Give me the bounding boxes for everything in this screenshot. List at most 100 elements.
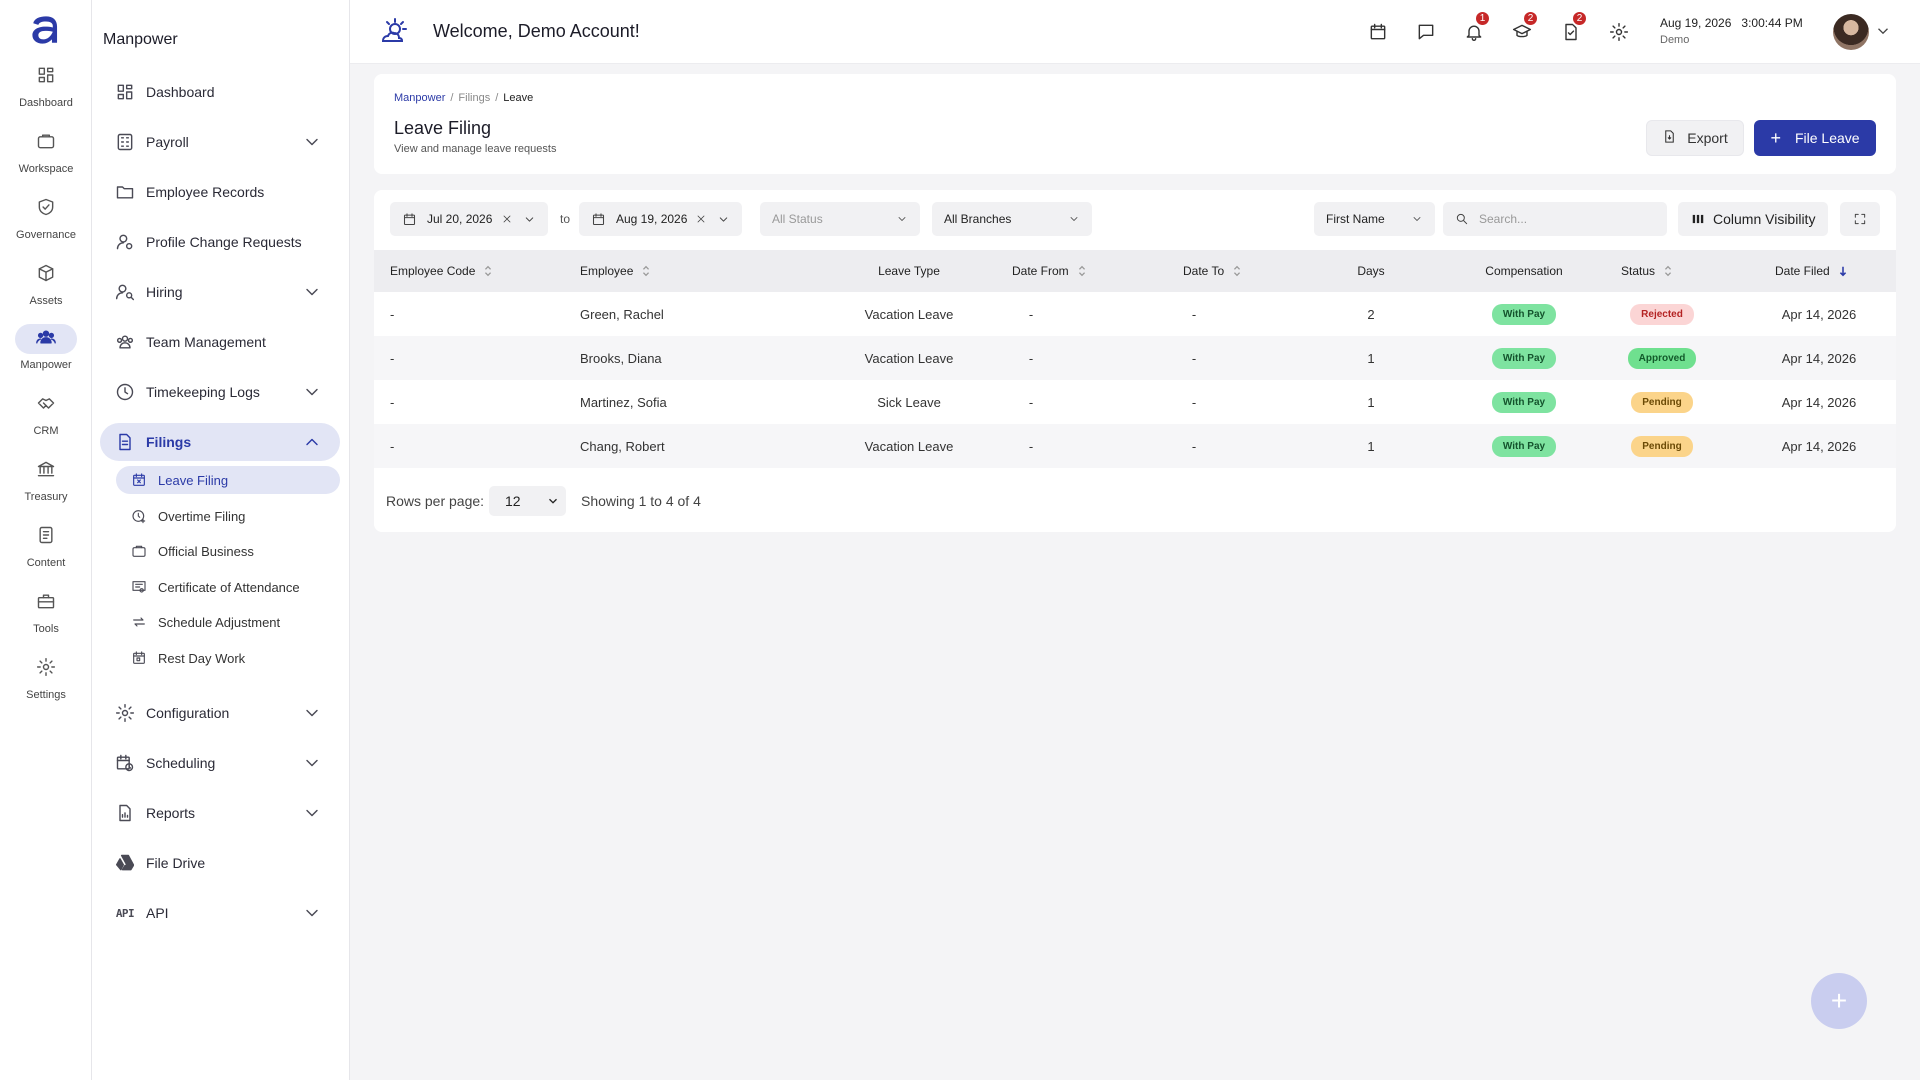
report-chart-icon	[114, 802, 136, 824]
table-row[interactable]: - Brooks, Diana Vacation Leave - - 1 Wit…	[374, 336, 1896, 380]
file-leave-button[interactable]: + File Leave	[1754, 120, 1876, 156]
cell-date-to: -	[1191, 394, 1197, 410]
user-search-icon	[114, 281, 136, 303]
table-row[interactable]: - Martinez, Sofia Sick Leave - - 1 With …	[374, 380, 1896, 424]
sidebar-item-profile-change-requests[interactable]: Profile Change Requests	[100, 223, 340, 261]
sidebar-item-filings[interactable]: Filings	[100, 423, 340, 461]
cell-date-filed: Apr 14, 2026	[1781, 350, 1857, 366]
clear-icon[interactable]	[695, 213, 707, 225]
compensation-badge: With Pay	[1491, 303, 1557, 325]
sun-cloud-icon	[378, 16, 410, 48]
date-to-filter[interactable]: Aug 19, 2026	[579, 202, 742, 236]
rail-item-workspace[interactable]: Workspace	[0, 128, 92, 188]
sidebar-item-file-drive[interactable]: File Drive	[100, 844, 340, 882]
fullscreen-button[interactable]	[1840, 202, 1880, 236]
bank-icon	[36, 459, 56, 484]
avatar[interactable]	[1833, 14, 1869, 50]
sidebar-item-scheduling[interactable]: Scheduling	[100, 744, 340, 782]
sidebar-item-timekeeping-logs[interactable]: Timekeeping Logs	[100, 373, 340, 411]
rail-item-settings[interactable]: Settings	[0, 654, 92, 714]
chat-icon[interactable]	[1414, 20, 1438, 44]
sort-icon	[483, 265, 493, 277]
cell-employee-code: -	[390, 306, 395, 322]
table-row[interactable]: - Green, Rachel Vacation Leave - - 2 Wit…	[374, 292, 1896, 336]
sidebar-sub-leave-filing[interactable]: Leave Filing	[116, 466, 340, 494]
rail-item-tools[interactable]: Tools	[0, 588, 92, 648]
date-from-filter[interactable]: Jul 20, 2026	[390, 202, 548, 236]
sidebar-sub-overtime-filing[interactable]: Overtime Filing	[116, 502, 340, 530]
floating-add-button[interactable]: +	[1811, 973, 1867, 1029]
sidebar-item-hiring[interactable]: Hiring	[100, 273, 340, 311]
column-visibility-button[interactable]: Column Visibility	[1678, 202, 1828, 236]
sort-icon	[1663, 265, 1673, 277]
cell-leave-type: Vacation Leave	[864, 350, 954, 366]
breadcrumb-manpower[interactable]: Manpower	[394, 92, 445, 104]
rail-item-manpower[interactable]: Manpower	[0, 324, 92, 384]
bell-icon[interactable]: 1	[1462, 10, 1491, 44]
cell-days: 1	[1367, 350, 1375, 366]
clear-icon[interactable]	[501, 213, 513, 225]
search-placeholder: Search...	[1479, 212, 1528, 226]
sort-icon	[641, 265, 651, 277]
cell-days: 1	[1367, 438, 1375, 454]
sidebar-item-reports[interactable]: Reports	[100, 794, 340, 832]
document-icon	[36, 525, 56, 550]
status-filter[interactable]: All Status	[760, 202, 920, 236]
col-employee-code[interactable]: Employee Code	[390, 250, 493, 292]
rail-item-governance[interactable]: Governance	[0, 194, 92, 254]
sidebar-item-api[interactable]: API API	[100, 894, 340, 932]
sidebar-sub-schedule-adjustment[interactable]: Schedule Adjustment	[116, 608, 340, 636]
branches-filter[interactable]: All Branches	[932, 202, 1092, 236]
col-date-to[interactable]: Date To	[1183, 250, 1242, 292]
sidebar-sub-official-business[interactable]: Official Business	[116, 537, 340, 565]
rail-label: Governance	[16, 229, 76, 241]
sidebar-item-payroll[interactable]: Payroll	[100, 123, 340, 161]
table-row[interactable]: - Chang, Robert Vacation Leave - - 1 Wit…	[374, 424, 1896, 468]
sort-desc-icon	[1838, 265, 1848, 277]
col-employee[interactable]: Employee	[580, 250, 651, 292]
rail-item-content[interactable]: Content	[0, 522, 92, 582]
user-edit-icon	[114, 231, 136, 253]
sidebar-item-label: Profile Change Requests	[146, 234, 302, 250]
search-field-select[interactable]: First Name	[1314, 202, 1435, 236]
briefcase-icon	[36, 131, 56, 156]
sidebar-sub-certificate-of-attendance[interactable]: Certificate of Attendance	[116, 573, 340, 601]
breadcrumb: Manpower / Filings / Leave	[394, 92, 533, 104]
sidebar-item-dashboard[interactable]: Dashboard	[100, 73, 340, 111]
sidebar-item-label: File Drive	[146, 855, 206, 871]
chevron-down-icon	[302, 703, 322, 723]
gear-icon[interactable]	[1607, 20, 1631, 44]
export-button[interactable]: Export	[1646, 120, 1744, 156]
col-status[interactable]: Status	[1621, 250, 1673, 292]
rail-item-dashboard[interactable]: Dashboard	[0, 62, 92, 122]
rail-item-treasury[interactable]: Treasury	[0, 456, 92, 516]
breadcrumb-filings[interactable]: Filings	[458, 92, 490, 104]
graduation-cap-icon[interactable]: 2	[1510, 10, 1539, 44]
chevron-down-icon[interactable]	[1874, 22, 1894, 42]
cell-leave-type: Vacation Leave	[864, 306, 954, 322]
search-input[interactable]: Search...	[1443, 202, 1667, 236]
sidebar-item-configuration[interactable]: Configuration	[100, 694, 340, 732]
col-date-filed[interactable]: Date Filed	[1775, 250, 1848, 292]
app-logo[interactable]	[26, 10, 66, 50]
col-label: Date Filed	[1775, 264, 1830, 278]
topbar: Welcome, Demo Account! 1 2 2 Aug 19, 202…	[350, 0, 1920, 64]
task-file-icon[interactable]: 2	[1559, 10, 1588, 44]
calendar-icon[interactable]	[1366, 20, 1390, 44]
calendar-clock-icon	[114, 752, 136, 774]
cell-days: 1	[1367, 394, 1375, 410]
rail-item-crm[interactable]: CRM	[0, 390, 92, 450]
clock-icon	[114, 381, 136, 403]
col-date-from[interactable]: Date From	[1012, 250, 1087, 292]
app-rail: Dashboard Workspace Governance Assets Ma…	[0, 0, 92, 1080]
rail-label: Settings	[26, 689, 66, 701]
sidebar-sub-rest-day-work[interactable]: Rest Day Work	[116, 644, 340, 672]
rail-item-assets[interactable]: Assets	[0, 260, 92, 320]
sidebar-item-label: Scheduling	[146, 755, 216, 771]
col-label: Employee	[580, 264, 634, 278]
sidebar-item-label: Timekeeping Logs	[146, 384, 260, 400]
sidebar-item-employee-records[interactable]: Employee Records	[100, 173, 340, 211]
sidebar-item-team-management[interactable]: Team Management	[100, 323, 340, 361]
chevron-down-icon	[302, 132, 322, 152]
rows-per-page-select[interactable]: 12	[489, 486, 566, 516]
